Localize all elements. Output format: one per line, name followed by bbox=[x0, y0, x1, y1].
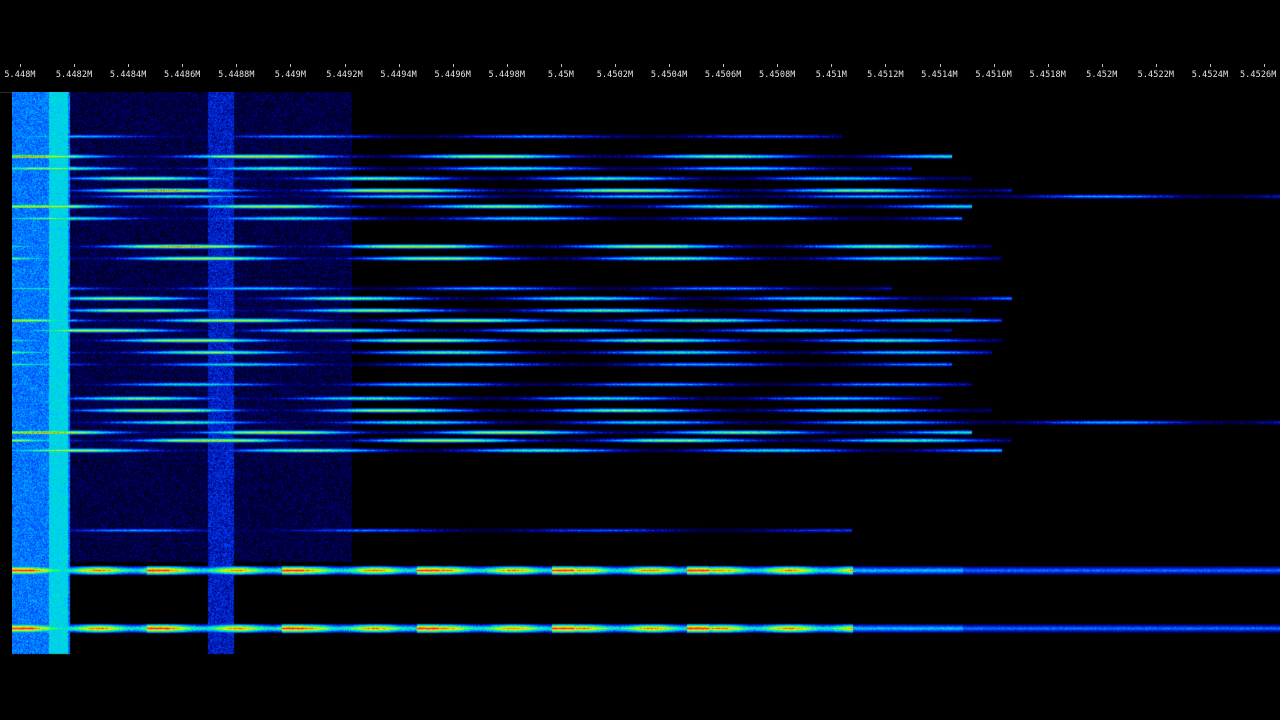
tick-mark bbox=[236, 64, 238, 67]
tick-mark bbox=[669, 64, 671, 67]
frequency-label: 5.4512M bbox=[867, 70, 904, 80]
frequency-label: 5.451M bbox=[815, 70, 847, 80]
tick-mark bbox=[1264, 64, 1266, 67]
tick-mark bbox=[723, 64, 725, 67]
tick-mark bbox=[1209, 64, 1211, 67]
frequency-label: 5.4498M bbox=[488, 70, 526, 80]
frequency-label: 5.4514M bbox=[921, 70, 958, 80]
waterfall-display[interactable] bbox=[12, 92, 1280, 658]
frequency-label: 5.4504M bbox=[650, 70, 688, 80]
frequency-label: 5.452M bbox=[1086, 70, 1118, 80]
frequency-label: 5.449M bbox=[274, 70, 307, 80]
tick-mark bbox=[1101, 64, 1103, 67]
tick-mark bbox=[506, 64, 508, 67]
frequency-label: 5.4482M bbox=[55, 70, 93, 80]
tick-mark bbox=[560, 64, 562, 67]
tick-mark bbox=[885, 64, 887, 67]
frequency-label: 5.4484M bbox=[109, 70, 147, 80]
tick-mark bbox=[20, 64, 21, 67]
tick-mark bbox=[993, 64, 995, 67]
sdr-waterfall-app: 5.448M 5.4482M 5.4484M 5.4486M 5.4488M 5.449M… bbox=[0, 0, 1280, 720]
frequency-label: 5.4524M bbox=[1191, 70, 1229, 80]
frequency-label: 5.4526M bbox=[1239, 70, 1277, 80]
tick-mark bbox=[128, 64, 130, 67]
tick-mark bbox=[939, 64, 941, 67]
frequency-label: 5.4494M bbox=[380, 70, 417, 80]
tick-mark bbox=[344, 64, 346, 67]
frequency-label: 5.4508M bbox=[758, 70, 796, 80]
tick-mark bbox=[614, 64, 616, 67]
frequency-label: 5.4516M bbox=[975, 70, 1012, 80]
frequency-scale: 5.448M 5.4482M 5.4484M 5.4486M 5.4488M 5.449M… bbox=[0, 58, 1280, 93]
tick-mark bbox=[74, 64, 76, 67]
frequency-label: 5.4522M bbox=[1137, 70, 1175, 80]
frequency-label: 5.4506M bbox=[704, 70, 742, 80]
tick-mark bbox=[1047, 64, 1049, 67]
frequency-label: 5.4488M bbox=[218, 70, 255, 80]
tick-mark bbox=[182, 64, 184, 67]
tick-mark bbox=[831, 64, 833, 67]
frequency-label: 5.4496M bbox=[434, 70, 471, 80]
tick-mark bbox=[777, 64, 779, 67]
frequency-label: 5.4502M bbox=[596, 70, 634, 80]
frequency-label: 5.448M bbox=[4, 70, 36, 80]
frequency-label: 5.4486M bbox=[164, 70, 201, 80]
tick-mark bbox=[290, 64, 292, 67]
tick-mark bbox=[452, 64, 454, 67]
tick-mark bbox=[398, 64, 400, 67]
frequency-label: 5.4518M bbox=[1029, 70, 1066, 80]
frequency-label: 5.45M bbox=[547, 70, 574, 80]
tick-mark bbox=[1155, 64, 1157, 67]
frequency-label: 5.4492M bbox=[326, 70, 363, 80]
